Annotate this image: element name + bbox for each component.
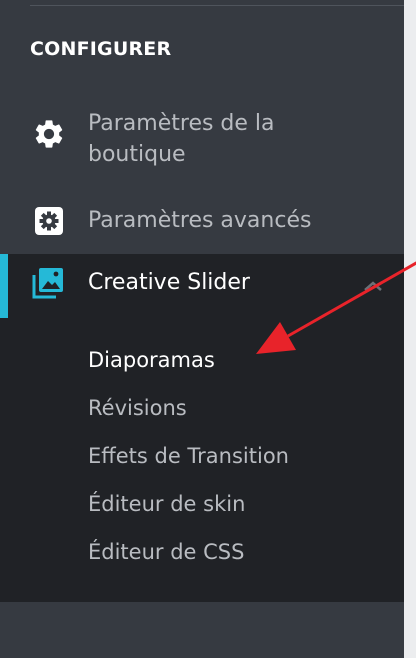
sidebar-item-shop-parameters[interactable]: Paramètres de la boutique [0, 108, 404, 178]
section-title: CONFIGURER [30, 38, 172, 60]
submenu-item-revisions[interactable]: Révisions [88, 396, 187, 420]
chevron-up-icon[interactable] [362, 278, 384, 292]
sidebar-item-creative-slider[interactable]: Creative Slider [0, 254, 404, 318]
admin-sidebar: CONFIGURER Paramètres de la boutique Par… [0, 0, 404, 658]
sidebar-item-label: Paramètres avancés [88, 208, 312, 233]
gear-icon [31, 116, 67, 152]
submenu-item-diaporamas[interactable]: Diaporamas [88, 348, 215, 372]
submenu-item-css-editor[interactable]: Éditeur de CSS [88, 540, 244, 564]
submenu-item-skin-editor[interactable]: Éditeur de skin [88, 492, 245, 516]
content-area-edge [404, 0, 416, 658]
sidebar-item-label: Paramètres de la boutique [88, 111, 275, 167]
image-gallery-icon [31, 266, 67, 302]
sidebar-item-advanced-parameters[interactable]: Paramètres avancés [0, 198, 404, 244]
creative-slider-section: Creative Slider Diaporamas Révisions Eff… [0, 254, 404, 602]
sidebar-item-label: Creative Slider [88, 270, 250, 295]
submenu-item-transition-effects[interactable]: Effets de Transition [88, 444, 289, 468]
settings-box-icon [31, 203, 67, 239]
